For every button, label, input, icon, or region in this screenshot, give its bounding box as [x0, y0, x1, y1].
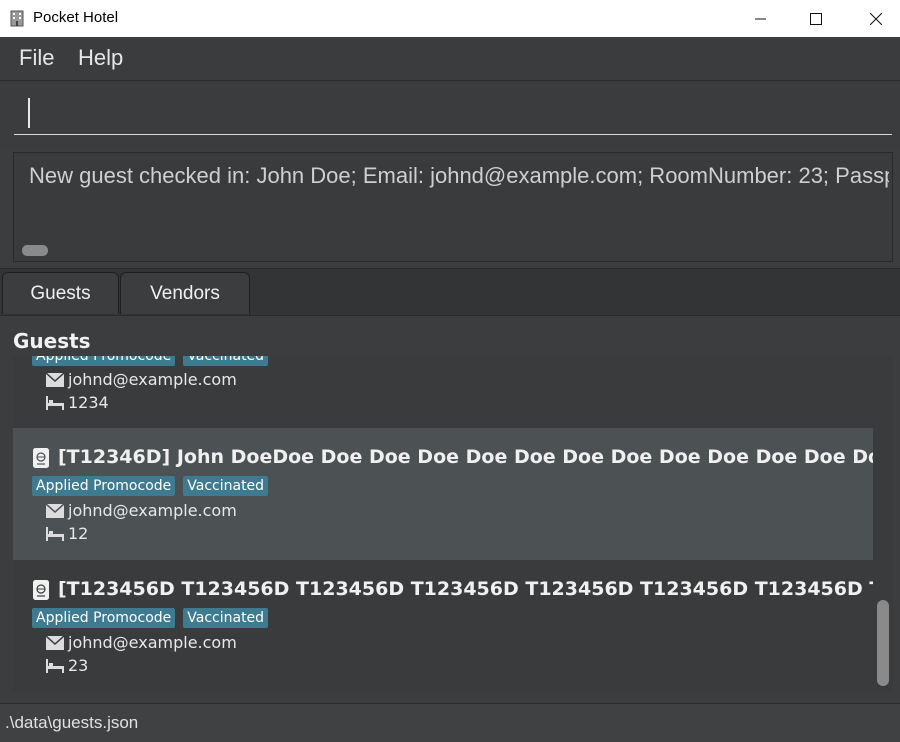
room-row: 1234 — [46, 393, 109, 412]
tag: Applied Promocode — [32, 608, 176, 628]
guest-id: [T123456D — [58, 578, 175, 600]
result-display[interactable]: New guest checked in: John Doe; Email: j… — [13, 152, 893, 262]
close-icon — [870, 12, 882, 25]
email-row: johnd@example.com — [46, 633, 237, 652]
bed-icon — [46, 658, 64, 673]
guest-email: johnd@example.com — [68, 633, 237, 652]
bed-icon — [46, 526, 64, 541]
maximize-button[interactable] — [793, 0, 839, 37]
command-input[interactable] — [14, 94, 892, 135]
close-button[interactable] — [853, 0, 899, 37]
room-row: 12 — [46, 524, 88, 543]
guest-room: 23 — [68, 656, 89, 675]
list-item[interactable]: Applied Promocode Vaccinated johnd@examp… — [13, 356, 873, 428]
horizontal-scrollbar[interactable] — [22, 245, 48, 256]
room-row: 23 — [46, 656, 88, 675]
bed-icon — [46, 395, 64, 410]
tag: Applied Promocode — [32, 356, 176, 366]
tag-list: Applied Promocode Vaccinated — [32, 608, 269, 628]
tab-guests[interactable]: Guests — [2, 272, 119, 314]
text-caret — [28, 98, 30, 128]
guest-email: johnd@example.com — [68, 370, 237, 389]
tab-guests-label: Guests — [30, 282, 91, 304]
menu-file[interactable]: File — [19, 45, 54, 71]
tab-vendors-label: Vendors — [150, 282, 220, 304]
maximize-icon — [810, 12, 822, 25]
tag: Vaccinated — [183, 356, 269, 366]
tab-bar: Guests Vendors — [0, 268, 900, 316]
email-row: johnd@example.com — [46, 501, 237, 520]
hotel-icon — [10, 10, 24, 27]
list-item-selected[interactable]: [T12346D] John DoeDoe Doe Doe Doe Doe Do… — [13, 428, 873, 560]
list-title: Guests — [13, 329, 91, 353]
guest-email: johnd@example.com — [68, 501, 237, 520]
save-location: .\data\guests.json — [5, 713, 139, 732]
guest-title: [T123456D T123456D T123456D T123456D T12… — [58, 578, 873, 600]
guest-id: [T12346D] — [58, 446, 171, 468]
guest-title: [T12346D] John DoeDoe Doe Doe Doe Doe Do… — [58, 446, 873, 468]
list-item[interactable]: [T123456D T123456D T123456D T123456D T12… — [13, 560, 873, 691]
minimize-button[interactable] — [738, 0, 784, 37]
tab-vendors[interactable]: Vendors — [120, 272, 250, 314]
command-area — [0, 81, 900, 146]
window-title: Pocket Hotel — [33, 9, 119, 26]
envelope-icon — [46, 372, 64, 387]
title-bar: Pocket Hotel — [0, 0, 900, 37]
result-text: New guest checked in: John Doe; Email: j… — [29, 163, 889, 188]
minimize-icon — [755, 18, 766, 19]
tag-list: Applied Promocode Vaccinated — [32, 476, 269, 496]
email-row: johnd@example.com — [46, 370, 237, 389]
menu-bar: File Help — [0, 37, 900, 81]
status-bar: .\data\guests.json — [0, 703, 900, 742]
guest-room: 1234 — [68, 393, 109, 412]
passport-icon — [33, 580, 49, 600]
menu-help[interactable]: Help — [78, 45, 123, 71]
tag: Vaccinated — [183, 608, 269, 628]
guest-list[interactable]: Applied Promocode Vaccinated johnd@examp… — [13, 356, 873, 691]
vertical-scrollbar-thumb[interactable] — [877, 600, 889, 686]
tag-list: Applied Promocode Vaccinated — [32, 356, 269, 366]
tag: Applied Promocode — [32, 476, 176, 496]
guest-name: T123456D T123456D T123456D T123456D T123… — [181, 578, 873, 600]
guest-name: John DoeDoe Doe Doe Doe Doe Doe Doe Doe … — [176, 446, 873, 468]
tag: Vaccinated — [183, 476, 269, 496]
guest-room: 12 — [68, 524, 89, 543]
passport-icon — [33, 448, 49, 468]
envelope-icon — [46, 503, 64, 518]
envelope-icon — [46, 635, 64, 650]
